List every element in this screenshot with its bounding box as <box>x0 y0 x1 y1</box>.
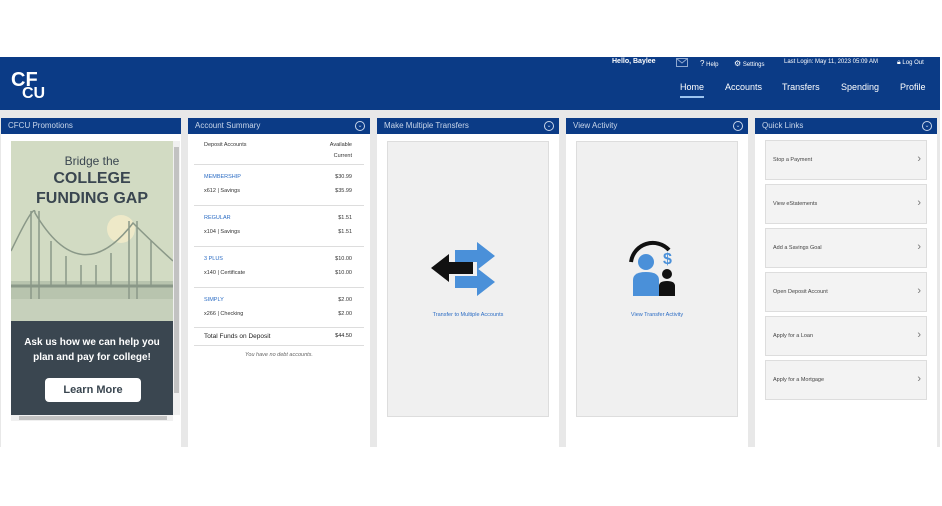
quick-link-estatements[interactable]: View eStatements › <box>765 184 927 224</box>
help-link[interactable]: ? Help <box>700 59 718 68</box>
last-login: Last Login: May 11, 2023 05:09 AM <box>784 59 878 65</box>
quick-link-mortgage[interactable]: Apply for a Mortgage › <box>765 360 927 400</box>
view-activity-panel: View Activity ⌄ $ View Transfer Activity <box>566 118 748 481</box>
account-summary-panel: Account Summary ⌄ Deposit Accounts Availa… <box>188 118 370 481</box>
header: CF CU Hello, Baylee ? Help ⚙ Settings La… <box>0 57 940 110</box>
svg-text:$: $ <box>663 251 672 268</box>
chevron-down-icon[interactable]: ⌄ <box>733 121 743 131</box>
chevron-right-icon: › <box>917 285 921 297</box>
bridge-illustration <box>11 141 173 321</box>
user-money-icon: $ <box>629 240 675 296</box>
quick-links-panel: Quick Links ⌄ Stop a Payment › View eState… <box>755 118 937 481</box>
promo-banner[interactable]: Bridge the COLLEGE FUNDING GAP Ask us ho… <box>11 141 173 415</box>
chevron-right-icon: › <box>917 197 921 209</box>
nav-accounts[interactable]: Accounts <box>725 82 762 92</box>
chevron-right-icon: › <box>917 241 921 253</box>
promo-body-1: Ask us how we can help you <box>24 337 160 348</box>
app-window: CF CU Hello, Baylee ? Help ⚙ Settings La… <box>0 57 940 481</box>
panel-header: CFCU Promotions <box>1 118 181 134</box>
nav-transfers[interactable]: Transfers <box>782 82 820 92</box>
settings-link[interactable]: ⚙ Settings <box>734 59 765 68</box>
chevron-right-icon: › <box>917 329 921 341</box>
nav-spending[interactable]: Spending <box>841 82 879 92</box>
transfer-tile[interactable]: Transfer to Multiple Accounts <box>387 141 549 417</box>
promo-vertical-scrollbar[interactable] <box>173 141 180 415</box>
promo-horizontal-scrollbar[interactable] <box>11 415 173 421</box>
promotions-panel: CFCU Promotions Bridge the COLLEGE FUNDI… <box>1 118 181 481</box>
gear-icon: ⚙ <box>734 59 742 68</box>
promo-body-2: plan and pay for college! <box>33 352 151 363</box>
chevron-down-icon[interactable]: ⌄ <box>544 121 554 131</box>
quick-link-stop-payment[interactable]: Stop a Payment › <box>765 140 927 180</box>
quick-link-loan[interactable]: Apply for a Loan › <box>765 316 927 356</box>
help-icon: ? <box>700 59 705 68</box>
promo-headline-1: Bridge the <box>64 154 120 168</box>
cfcu-logo[interactable]: CF CU <box>10 66 54 100</box>
transfer-multiple-link[interactable]: Transfer to Multiple Accounts <box>388 312 548 318</box>
nav-home[interactable]: Home <box>680 82 705 98</box>
chevron-down-icon[interactable]: ⌄ <box>922 121 932 131</box>
promo-headline-2: COLLEGE <box>53 170 131 187</box>
transfer-arrows-icon <box>431 242 495 296</box>
greeting: Hello, Baylee <box>612 58 656 65</box>
no-debt-message: You have no debt accounts. <box>245 352 313 358</box>
multiple-transfers-panel: Make Multiple Transfers ⌄ Transfer to Mul… <box>377 118 559 481</box>
quick-link-open-deposit[interactable]: Open Deposit Account › <box>765 272 927 312</box>
quick-link-savings-goal[interactable]: Add a Savings Goal › <box>765 228 927 268</box>
mail-icon[interactable] <box>676 58 688 69</box>
activity-tile[interactable]: $ View Transfer Activity <box>576 141 738 417</box>
nav-profile[interactable]: Profile <box>900 82 926 92</box>
learn-more-button[interactable]: Learn More <box>45 378 141 402</box>
view-transfer-activity-link[interactable]: View Transfer Activity <box>577 312 737 318</box>
promo-headline-3: FUNDING GAP <box>36 190 148 207</box>
lock-icon: 🔒︎ <box>897 59 901 66</box>
chevron-down-icon[interactable]: ⌄ <box>355 121 365 131</box>
top-utility-bar: Hello, Baylee ? Help ⚙ Settings Last Log… <box>0 58 940 70</box>
svg-text:CU: CU <box>22 85 45 100</box>
logout-link[interactable]: 🔒︎ Log Out <box>897 59 924 67</box>
chevron-right-icon: › <box>917 373 921 385</box>
chevron-right-icon: › <box>917 153 921 165</box>
